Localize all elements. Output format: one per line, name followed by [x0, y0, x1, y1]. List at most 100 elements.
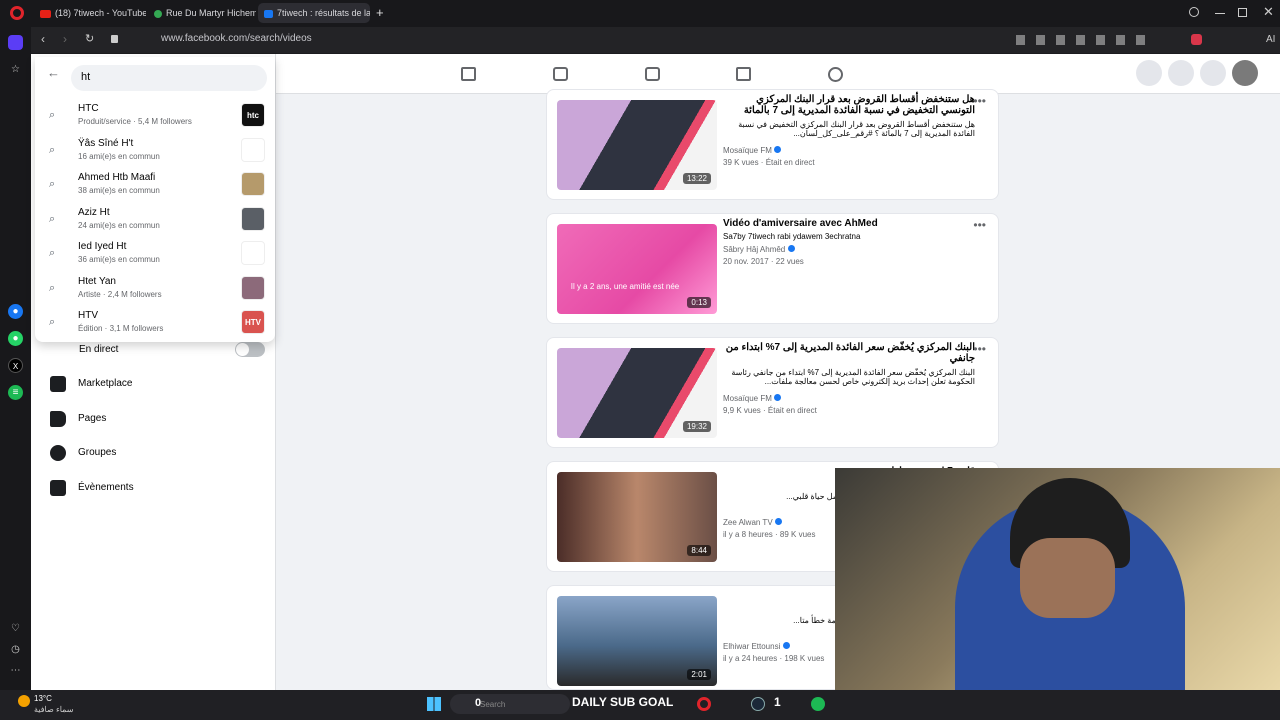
more-options-icon[interactable]: ••• [973, 218, 986, 232]
suggestion-subtitle: Produit/service · 5,4 M followers [78, 117, 192, 126]
taskbar-search[interactable]: 0 Search [450, 694, 570, 714]
video-meta: il y a 24 heures · 198 K vues [723, 654, 825, 663]
channel-name: Mosaïque FM [723, 394, 772, 403]
suggestion-item[interactable]: ⌕ Htet Yan Artiste · 2,4 M followers [35, 273, 275, 307]
address-bar: ‹ › ↻ www.facebook.com/search/videos AI [31, 27, 1280, 53]
verified-icon [787, 245, 795, 252]
feeds-nav-icon[interactable] [553, 67, 568, 81]
video-nav-icon[interactable] [645, 67, 660, 81]
nav-events[interactable]: Évènements [45, 476, 265, 502]
extension-red-icon[interactable] [1191, 34, 1202, 45]
calendar-icon [50, 480, 66, 496]
tab-maps[interactable]: Rue Du Martyr Hichem M [148, 3, 256, 23]
video-channel[interactable]: Sâbry Hâj Ahmêd [723, 245, 795, 254]
verified-icon [774, 146, 782, 153]
suggestion-name: Ÿâs Sîné H't [78, 137, 134, 149]
new-tab-button[interactable]: + [376, 5, 384, 20]
minimize-icon[interactable] [1215, 13, 1225, 14]
suggestion-name: HTC [78, 103, 99, 114]
speed-dial-icon[interactable]: ☆ [8, 62, 23, 77]
notifications-icon[interactable] [1200, 60, 1226, 86]
search-input[interactable]: ht [71, 65, 267, 91]
suggestion-item[interactable]: ⌕ Aziz Ht 24 ami(e)s en commun [35, 204, 275, 238]
video-thumbnail[interactable]: Il y a 2 ans, une amitié est née 0:13 [557, 224, 717, 314]
suggestion-name: Aziz Ht [78, 206, 110, 218]
video-channel[interactable]: Mosaïque FM [723, 394, 782, 403]
spotify-icon[interactable]: ≡ [8, 385, 23, 400]
history-icon[interactable]: ◷ [8, 642, 23, 657]
nav-pages[interactable]: Pages [45, 407, 265, 433]
marketplace-nav-icon[interactable] [736, 67, 751, 81]
suggestion-name: Ahmed Htb Maafi [78, 172, 156, 183]
thumbnail-caption: Il y a 2 ans, une amitié est née [570, 282, 680, 291]
more-options-icon[interactable]: ••• [973, 94, 986, 108]
whatsapp-icon[interactable]: ● [8, 331, 23, 346]
heart-icon[interactable]: ♡ [8, 621, 23, 636]
search-icon: ⌕ [49, 316, 56, 328]
menu-grid-icon[interactable] [1136, 60, 1162, 86]
search-icon: ⌕ [49, 247, 56, 259]
home-icon[interactable] [8, 35, 23, 50]
search-icon: ⌕ [49, 109, 56, 121]
tab-youtube[interactable]: (18) 7tiwech - YouTube [34, 3, 146, 23]
video-thumbnail[interactable]: 19:32 [557, 348, 717, 438]
back-icon[interactable]: ‹ [41, 32, 45, 46]
nav-groups[interactable]: Groupes [45, 441, 265, 467]
suggestion-item[interactable]: ⌕ Ÿâs Sîné H't 16 ami(e)s en commun [35, 135, 275, 169]
video-title[interactable]: Vidéo d'amiversaire avec AhMed [723, 218, 975, 229]
ai-badge[interactable]: AI [1266, 34, 1275, 45]
video-card[interactable]: Il y a 2 ans, une amitié est née 0:13 Vidé… [546, 213, 999, 324]
opera-logo-icon[interactable] [10, 6, 24, 20]
more-icon[interactable]: ⋯ [8, 663, 23, 678]
suggestion-item[interactable]: ⌕ Ahmed Htb Maafi 38 ami(e)s en commun [35, 169, 275, 203]
reload-icon[interactable]: ↻ [85, 32, 94, 45]
webcam-overlay [835, 468, 1280, 690]
x-icon[interactable]: X [8, 358, 23, 373]
suggestion-item[interactable]: ⌕ HTV Édition · 3,1 M followers HTV [35, 307, 275, 341]
messenger-button-icon[interactable] [1168, 60, 1194, 86]
close-icon[interactable]: ✕ [1263, 4, 1274, 20]
maximize-icon[interactable] [1238, 8, 1247, 17]
forward-icon[interactable]: › [63, 32, 67, 46]
suggestion-thumbnail [241, 172, 265, 196]
opera-taskbar-icon[interactable] [697, 697, 711, 711]
tab-facebook[interactable]: 7tiwech : résultats de la re [258, 3, 370, 23]
nav-label: Marketplace [78, 378, 133, 389]
video-channel[interactable]: Mosaïque FM [723, 146, 782, 155]
windows-start-icon[interactable] [427, 697, 441, 711]
nav-marketplace[interactable]: Marketplace [45, 372, 265, 398]
video-duration: 2:01 [687, 669, 711, 680]
video-channel[interactable]: Elhiwar Ettounsi [723, 642, 790, 651]
video-thumbnail[interactable]: 2:01 [557, 596, 717, 686]
search-tabs-icon[interactable] [1189, 7, 1199, 17]
gaming-nav-icon[interactable] [828, 67, 843, 82]
video-thumbnail[interactable]: 8:44 [557, 472, 717, 562]
video-title[interactable]: هل ستنخفض أقساط القروض بعد قرار البنك ال… [723, 94, 975, 116]
messenger-icon[interactable]: ● [8, 304, 23, 319]
extension-icons[interactable] [1016, 35, 1156, 45]
steam-icon[interactable] [751, 697, 765, 711]
taskbar: 13°C سماء صافية 0 Search DAILY SUB GOAL … [0, 690, 1280, 720]
video-description: هل ستنخفض أقساط القروض بعد قرار البنك ال… [738, 120, 975, 138]
video-channel[interactable]: Zee Alwan TV [723, 518, 782, 527]
more-options-icon[interactable]: ••• [973, 342, 986, 356]
video-title[interactable]: البنك المركزي يُخفّض سعر الفائدة المديري… [723, 342, 975, 364]
spotify-taskbar-icon[interactable] [811, 697, 825, 711]
nav-label: Évènements [78, 482, 134, 493]
channel-name: Sâbry Hâj Ahmêd [723, 245, 786, 254]
home-nav-icon[interactable] [461, 67, 476, 81]
video-card[interactable]: 19:32 البنك المركزي يُخفّض سعر الفائدة ال… [546, 337, 999, 448]
live-toggle[interactable] [235, 342, 265, 357]
video-meta: il y a 8 heures · 89 K vues [723, 530, 816, 539]
video-card[interactable]: 13:22 هل ستنخفض أقساط القروض بعد قرار الب… [546, 89, 999, 200]
suggestion-item[interactable]: ⌕ Ied Iyed Ht 36 ami(e)s en commun [35, 238, 275, 272]
back-arrow-icon[interactable]: ← [47, 65, 60, 80]
suggestion-thumbnail [241, 241, 265, 265]
verified-icon [774, 518, 782, 525]
avatar[interactable] [1232, 60, 1258, 86]
url-field[interactable]: www.facebook.com/search/videos [161, 33, 312, 44]
video-duration: 13:22 [682, 173, 711, 184]
video-thumbnail[interactable]: 13:22 [557, 100, 717, 190]
weather-icon[interactable] [18, 695, 30, 707]
suggestion-item[interactable]: ⌕ HTC Produit/service · 5,4 M followers htc [35, 100, 275, 134]
